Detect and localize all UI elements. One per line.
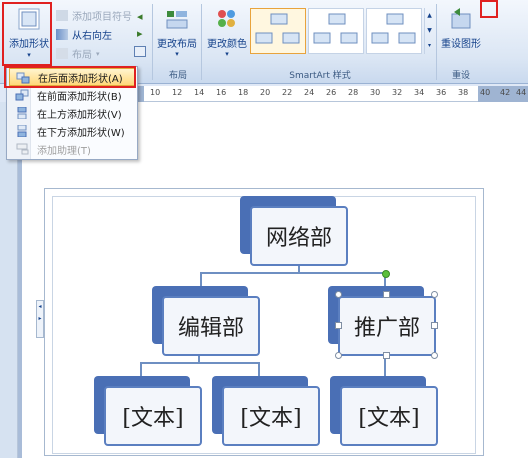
ruler-tick: 30	[370, 88, 381, 97]
node-text[interactable]: 网络部	[250, 206, 348, 266]
group-label-styles: SmartArt 样式	[289, 71, 351, 81]
text-pane-icon[interactable]	[134, 46, 146, 57]
ruler-tick: 28	[348, 88, 359, 97]
add-assistant-icon	[16, 143, 29, 155]
text-pane-toggle[interactable]: ◂ ▸	[36, 300, 44, 338]
chevron-down-icon: ▾	[96, 49, 100, 58]
resize-handle[interactable]	[383, 352, 390, 359]
menu-item-add-above[interactable]: 在上方添加形状(V)	[9, 104, 135, 122]
ruler-tick: 16	[216, 88, 227, 97]
resize-handle[interactable]	[335, 291, 342, 298]
change-layout-icon	[166, 11, 188, 29]
node-text[interactable]: 编辑部	[162, 296, 260, 356]
ruler-tick: 26	[326, 88, 337, 97]
chevron-down-icon: ▾	[225, 50, 229, 58]
group-label-layout: 布局	[168, 71, 187, 81]
group-separator	[436, 4, 437, 80]
resize-handle[interactable]	[431, 291, 438, 298]
style-preview-icon	[371, 13, 416, 44]
connector	[258, 362, 260, 376]
ruler-tick: 24	[304, 88, 315, 97]
smartart-style-3[interactable]	[366, 8, 422, 54]
ruler-tick: 42	[500, 88, 511, 97]
group-separator	[152, 4, 153, 80]
smartart-node-text-2[interactable]: [文本]	[212, 376, 324, 448]
palette-icon	[218, 10, 235, 27]
promote-icon[interactable]: ◂	[137, 10, 143, 23]
ruler-tick: 10	[150, 88, 161, 97]
layout-icon	[56, 48, 68, 59]
add-before-icon	[15, 89, 29, 101]
ruler-tick: 12	[172, 88, 183, 97]
right-to-left-button[interactable]: 从右向左	[56, 27, 112, 42]
connector	[384, 356, 386, 376]
connector	[200, 272, 202, 286]
resize-handle[interactable]	[383, 291, 390, 298]
resize-handle[interactable]	[335, 322, 342, 329]
menu-item-add-below[interactable]: 在下方添加形状(W)	[9, 122, 135, 140]
add-above-icon	[17, 107, 27, 119]
menu-item-add-before[interactable]: 在前面添加形状(B)	[9, 86, 135, 104]
connector	[140, 362, 142, 376]
resize-handle[interactable]	[431, 322, 438, 329]
gallery-scroll[interactable]: ▲ ▼ ▾	[424, 8, 434, 54]
resize-handle[interactable]	[335, 352, 342, 359]
chevron-down-icon: ▾	[175, 50, 179, 58]
horizontal-ruler: 10 12 14 16 18 20 22 24 26 28 30 32 34 3…	[138, 86, 528, 102]
group-separator	[201, 4, 202, 80]
style-preview-icon	[313, 13, 358, 44]
rotate-handle[interactable]	[382, 270, 390, 278]
ruler-tick: 14	[194, 88, 205, 97]
right-to-left-icon	[56, 29, 68, 40]
add-shape-highlight	[2, 2, 52, 66]
ruler-tick: 34	[414, 88, 425, 97]
smartart-node-edit[interactable]: 编辑部	[152, 286, 264, 358]
change-layout-button[interactable]: 更改布局 ▾	[156, 6, 198, 58]
reset-graphic-button[interactable]: 重设图形	[440, 6, 482, 50]
reset-graphic-icon	[451, 8, 471, 29]
node-text[interactable]: [文本]	[104, 386, 202, 446]
connector	[140, 362, 260, 364]
node-text[interactable]: [文本]	[340, 386, 438, 446]
ruler-tick: 18	[238, 88, 249, 97]
ruler-tick: 38	[458, 88, 469, 97]
group-label-reset: 重设	[451, 71, 470, 81]
ruler-tick: 32	[392, 88, 403, 97]
smartart-node-text-3[interactable]: [文本]	[330, 376, 442, 448]
style-preview-icon	[255, 13, 300, 44]
ruler-tick: 20	[260, 88, 271, 97]
chevron-down-icon[interactable]: ▼	[425, 23, 434, 38]
smartart-style-2[interactable]	[308, 8, 364, 54]
ruler-tick: 44	[516, 88, 527, 97]
connector	[200, 272, 386, 274]
menu-item-highlight	[4, 66, 136, 88]
node-text[interactable]: [文本]	[222, 386, 320, 446]
resize-handle[interactable]	[431, 352, 438, 359]
smartart-node-root[interactable]: 网络部	[240, 196, 350, 268]
ruler-tick: 22	[282, 88, 293, 97]
change-color-button[interactable]: 更改颜色 ▾	[206, 6, 248, 58]
ruler-margin	[138, 86, 144, 102]
ruler-tick: 40	[480, 88, 491, 97]
add-below-icon	[17, 125, 27, 137]
add-bullet-button[interactable]: 添加项目符号	[56, 8, 132, 23]
bullet-icon	[56, 10, 68, 21]
more-icon[interactable]: ▾	[425, 38, 434, 53]
smartart-style-1[interactable]	[250, 8, 306, 54]
node-text[interactable]: 推广部	[338, 296, 436, 356]
reset-highlight	[480, 0, 498, 18]
smartart-node-text-1[interactable]: [文本]	[94, 376, 206, 448]
ruler-tick: 36	[436, 88, 447, 97]
demote-icon[interactable]: ▸	[137, 27, 143, 40]
layout-small-button[interactable]: 布局 ▾	[56, 46, 100, 61]
menu-item-add-assistant[interactable]: 添加助理(T)	[9, 140, 135, 158]
chevron-up-icon[interactable]: ▲	[425, 8, 434, 23]
